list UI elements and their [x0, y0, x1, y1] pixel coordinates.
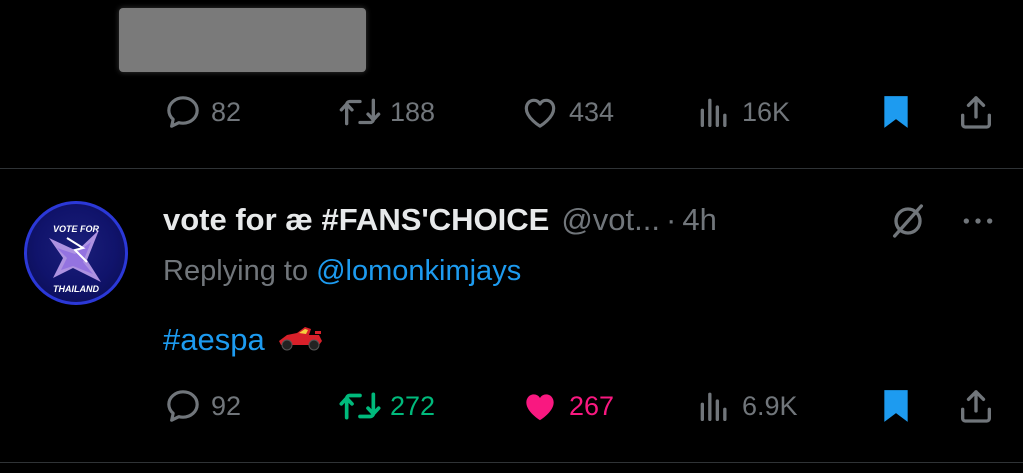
- views-button[interactable]: 6.9K: [694, 386, 798, 426]
- avatar-text-bottom: THAILAND: [53, 284, 99, 294]
- tweet-action-bar: 92 272 267 6.9K: [0, 386, 1023, 426]
- grok-button[interactable]: [888, 201, 928, 241]
- replying-prefix: Replying to: [163, 254, 309, 287]
- avatar[interactable]: VOTE FOR THAILAND: [24, 201, 128, 305]
- bookmark-icon: [876, 92, 916, 132]
- user-handle[interactable]: @vot...: [561, 202, 660, 238]
- repost-count: 272: [390, 390, 436, 421]
- tweet-divider: [0, 168, 1023, 169]
- racecar-emoji: [275, 321, 325, 359]
- share-button[interactable]: [956, 386, 996, 426]
- blurred-media: [119, 8, 366, 72]
- like-count: 267: [569, 390, 615, 421]
- reply-icon: [163, 92, 203, 132]
- share-icon: [956, 92, 996, 132]
- grok-icon: [888, 204, 928, 245]
- tweet-body: #aespa: [163, 318, 325, 362]
- reply-icon: [163, 386, 203, 426]
- separator-dot: ·: [666, 202, 677, 237]
- repost-icon: [338, 92, 382, 132]
- repost-button[interactable]: 272: [338, 386, 435, 426]
- more-icon: [958, 218, 998, 245]
- repost-icon: [338, 386, 382, 426]
- display-name[interactable]: vote for æ #FANS'CHOICE: [163, 202, 549, 238]
- share-icon: [956, 386, 996, 426]
- prev-tweet-action-bar: 82 188 434 16K: [0, 92, 1023, 132]
- views-count: 16K: [742, 96, 791, 127]
- reply-button[interactable]: 82: [163, 92, 241, 132]
- repost-count: 188: [390, 96, 436, 127]
- views-icon: [694, 386, 734, 426]
- views-count: 6.9K: [742, 390, 798, 421]
- views-button[interactable]: 16K: [694, 92, 790, 132]
- replying-to-line: Replying to @lomonkimjays: [163, 251, 521, 291]
- reply-count: 92: [211, 390, 242, 421]
- like-count: 434: [569, 96, 615, 127]
- more-options-button[interactable]: [958, 201, 998, 241]
- bookmark-button[interactable]: [876, 386, 916, 426]
- hashtag-link[interactable]: #aespa: [163, 322, 265, 358]
- repost-button[interactable]: 188: [338, 92, 435, 132]
- reply-button[interactable]: 92: [163, 386, 241, 426]
- share-button[interactable]: [956, 92, 996, 132]
- like-icon: [519, 92, 561, 132]
- tweet-header: vote for æ #FANS'CHOICE @vot... · 4h: [163, 198, 717, 242]
- reply-count: 82: [211, 96, 242, 127]
- like-button[interactable]: 434: [519, 92, 614, 132]
- views-icon: [694, 92, 734, 132]
- like-button[interactable]: 267: [519, 386, 614, 426]
- bookmark-button[interactable]: [876, 92, 916, 132]
- timestamp[interactable]: 4h: [682, 202, 716, 238]
- bottom-divider: [0, 462, 1023, 463]
- bookmark-icon: [876, 386, 916, 426]
- replying-to-handle[interactable]: @lomonkimjays: [316, 255, 521, 288]
- like-icon: [519, 386, 561, 426]
